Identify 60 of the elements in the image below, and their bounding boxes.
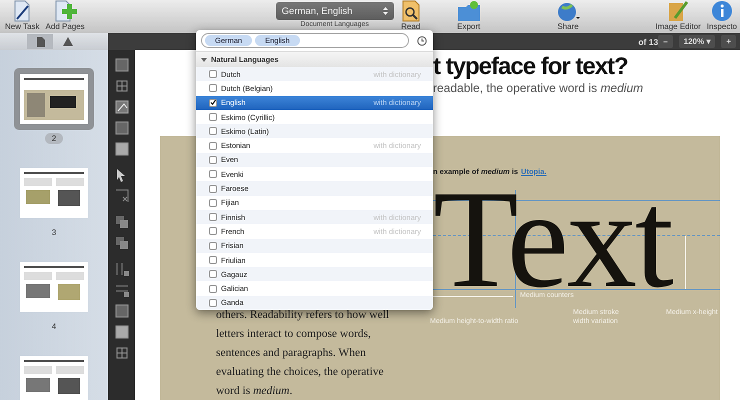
thumbnail-frame[interactable]: [14, 68, 94, 130]
checkbox[interactable]: [209, 184, 217, 193]
columns-icon: [114, 261, 130, 277]
toolbar-button[interactable]: Share: [553, 0, 584, 33]
clock-icon: [417, 36, 427, 46]
document-magnifier-icon: [400, 0, 421, 22]
page-number: 2: [44, 133, 64, 144]
zoom-out-button[interactable]: –: [658, 35, 673, 48]
checkbox[interactable]: [209, 84, 217, 92]
layers-icon: [114, 235, 130, 251]
checkbox[interactable]: [209, 256, 217, 264]
layers-icon: [114, 214, 130, 230]
page-thumbnail: [20, 262, 88, 312]
image-icon: [114, 99, 130, 115]
page-thumbnail: [20, 74, 88, 124]
pencil-icon: [667, 0, 690, 22]
square-icon: [114, 324, 130, 340]
page-heading: t typeface for text?: [433, 54, 629, 80]
page-thumbnail: [20, 356, 88, 400]
grid-icon: [114, 78, 130, 94]
page-count: of 13: [638, 36, 658, 46]
sidebar-tab[interactable]: [27, 34, 53, 49]
language-select[interactable]: German, English: [276, 2, 394, 20]
toolbar-button[interactable]: Image Editor: [652, 0, 704, 33]
grid-icon: [114, 345, 130, 361]
toolbar-button[interactable]: Export: [454, 0, 484, 33]
zoom-select[interactable]: 120% ▾: [678, 35, 716, 48]
checkbox[interactable]: [209, 198, 217, 207]
checkbox[interactable]: [209, 113, 217, 122]
checkbox[interactable]: [209, 270, 217, 278]
checkbox[interactable]: [209, 227, 217, 236]
page-subtitle: readable, the operative word is medium: [433, 81, 644, 95]
disclosure-icon: [201, 56, 207, 62]
checkbox[interactable]: [209, 298, 217, 307]
checkbox[interactable]: [209, 156, 217, 164]
globe-icon: [556, 0, 580, 22]
page-number: 3: [50, 227, 58, 238]
cross-icon: [114, 188, 130, 204]
checkbox[interactable]: [209, 142, 217, 150]
folder-icon: [456, 0, 481, 22]
checkbox[interactable]: [209, 98, 217, 107]
checkbox[interactable]: [209, 284, 217, 293]
type-specimen: Text: [433, 190, 672, 290]
page-number: 4: [50, 321, 58, 332]
toolbar-button[interactable]: New Task: [2, 0, 43, 33]
toolbar-button[interactable]: Add Pages: [42, 0, 88, 33]
page-icon: [36, 36, 44, 46]
checkbox[interactable]: [209, 170, 217, 178]
page-thumbnail: [20, 168, 88, 218]
info-icon: [710, 0, 733, 22]
checkbox[interactable]: [209, 242, 217, 250]
square-icon: [114, 141, 130, 157]
stepper-icon: [382, 7, 388, 15]
toolbar-button[interactable]: Inspecto: [704, 0, 740, 33]
warning-icon: [63, 37, 73, 46]
body-paragraph: others. Readability refers to how well letters interact to compose words, sentences and paragraphs. When evaluating the choices, the operative word is medium.: [216, 308, 390, 399]
checkbox[interactable]: [209, 70, 217, 78]
zoom-in-button[interactable]: +: [721, 35, 736, 48]
checkbox[interactable]: [209, 127, 217, 136]
checkbox[interactable]: [209, 213, 217, 222]
